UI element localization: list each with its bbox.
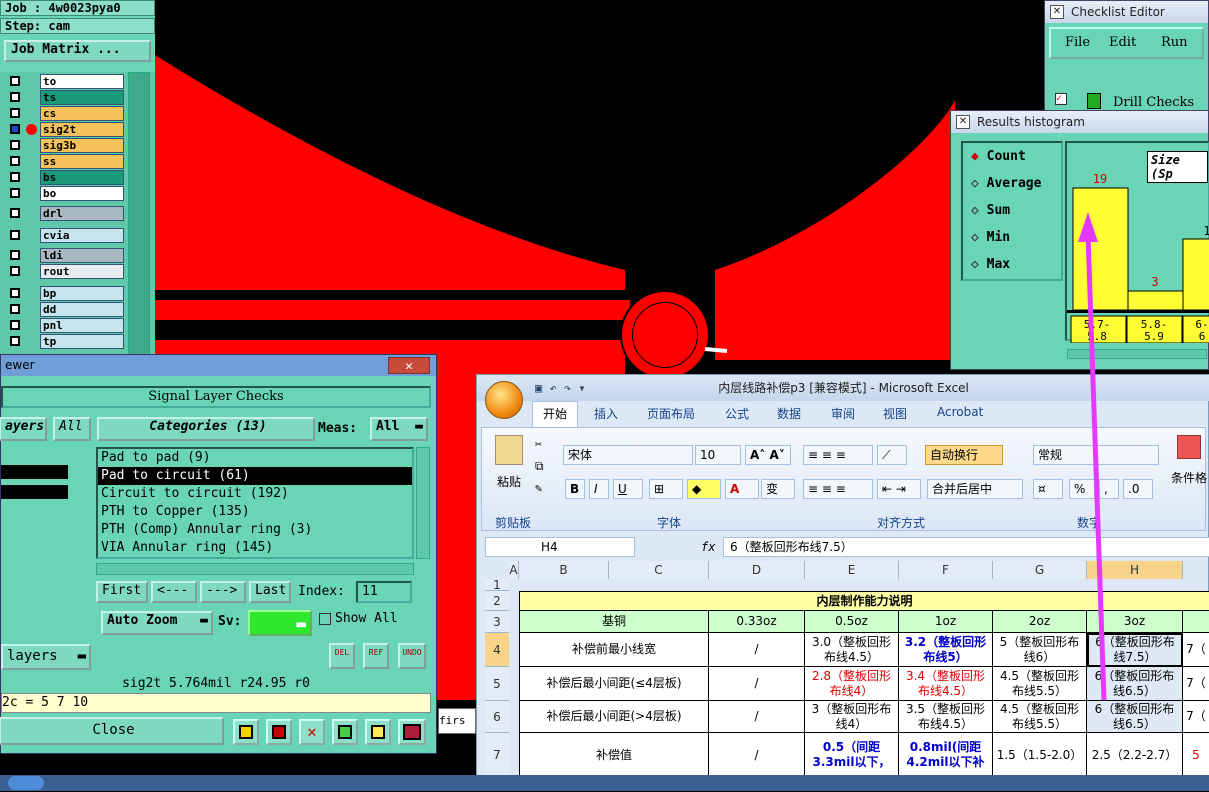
annotation-arrow [1078,212,1107,701]
taskbar [0,775,1209,791]
start-button[interactable] [8,776,44,790]
